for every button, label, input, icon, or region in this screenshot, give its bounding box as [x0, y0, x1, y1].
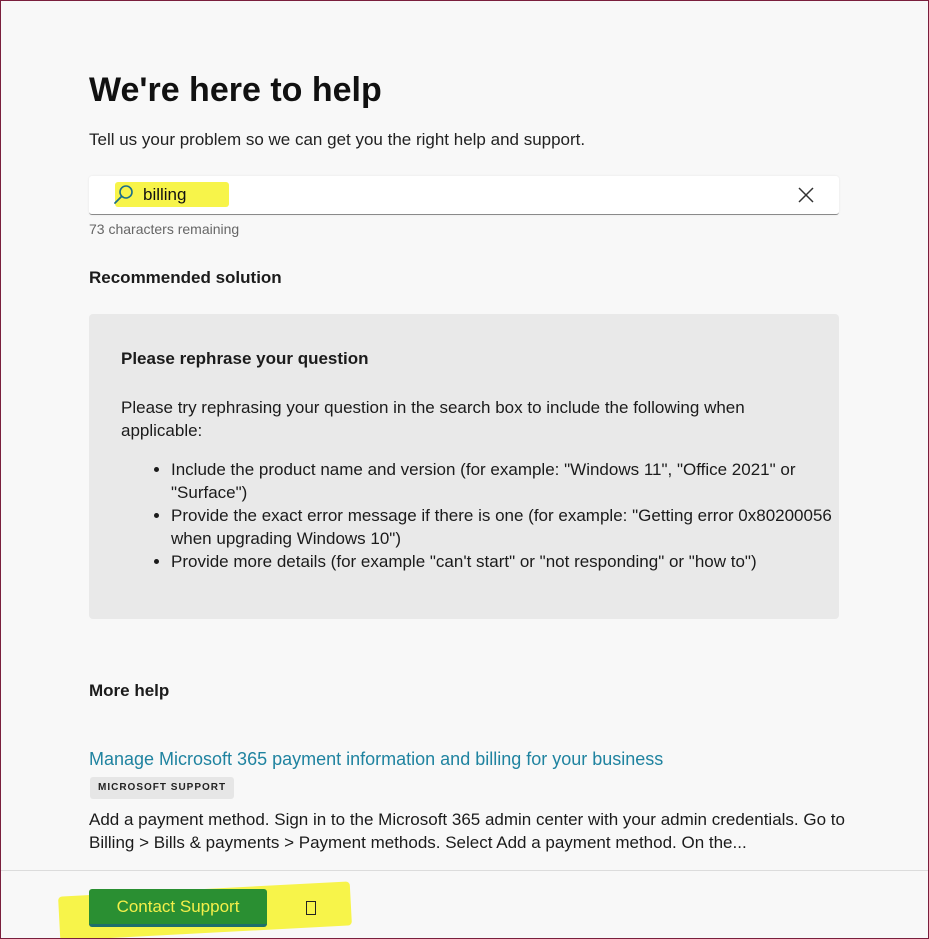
list-item: Provide more details (for example "can't…: [171, 550, 861, 573]
more-help-heading: More help: [89, 681, 170, 700]
page-title: We're here to help: [89, 71, 382, 109]
missing-glyph-icon: [306, 901, 316, 915]
tips-list: Include the product name and version (fo…: [121, 458, 861, 573]
card-title: Please rephrase your question: [121, 349, 369, 368]
result-link[interactable]: Manage Microsoft 365 payment information…: [89, 749, 663, 770]
source-badge: MICROSOFT SUPPORT: [90, 777, 235, 799]
footer-divider: [1, 870, 928, 871]
search-icon: [113, 184, 135, 206]
result-snippet: Add a payment method. Sign in to the Mic…: [89, 810, 845, 852]
help-panel: We're here to help Tell us your problem …: [0, 0, 929, 939]
page-subtitle: Tell us your problem so we can get you t…: [89, 130, 586, 149]
contact-support-button[interactable]: Contact Support: [89, 889, 267, 927]
close-icon: [794, 187, 818, 210]
list-item: Provide the exact error message if there…: [171, 504, 861, 550]
solution-card: Please rephrase your question Please try…: [89, 314, 839, 619]
char-count: 73 characters remaining: [89, 221, 240, 237]
card-intro: Please try rephrasing your question in t…: [121, 398, 745, 440]
search-input[interactable]: [143, 182, 743, 208]
list-item: Include the product name and version (fo…: [171, 458, 861, 504]
recommended-heading: Recommended solution: [89, 268, 282, 287]
clear-search-button[interactable]: [794, 183, 818, 207]
